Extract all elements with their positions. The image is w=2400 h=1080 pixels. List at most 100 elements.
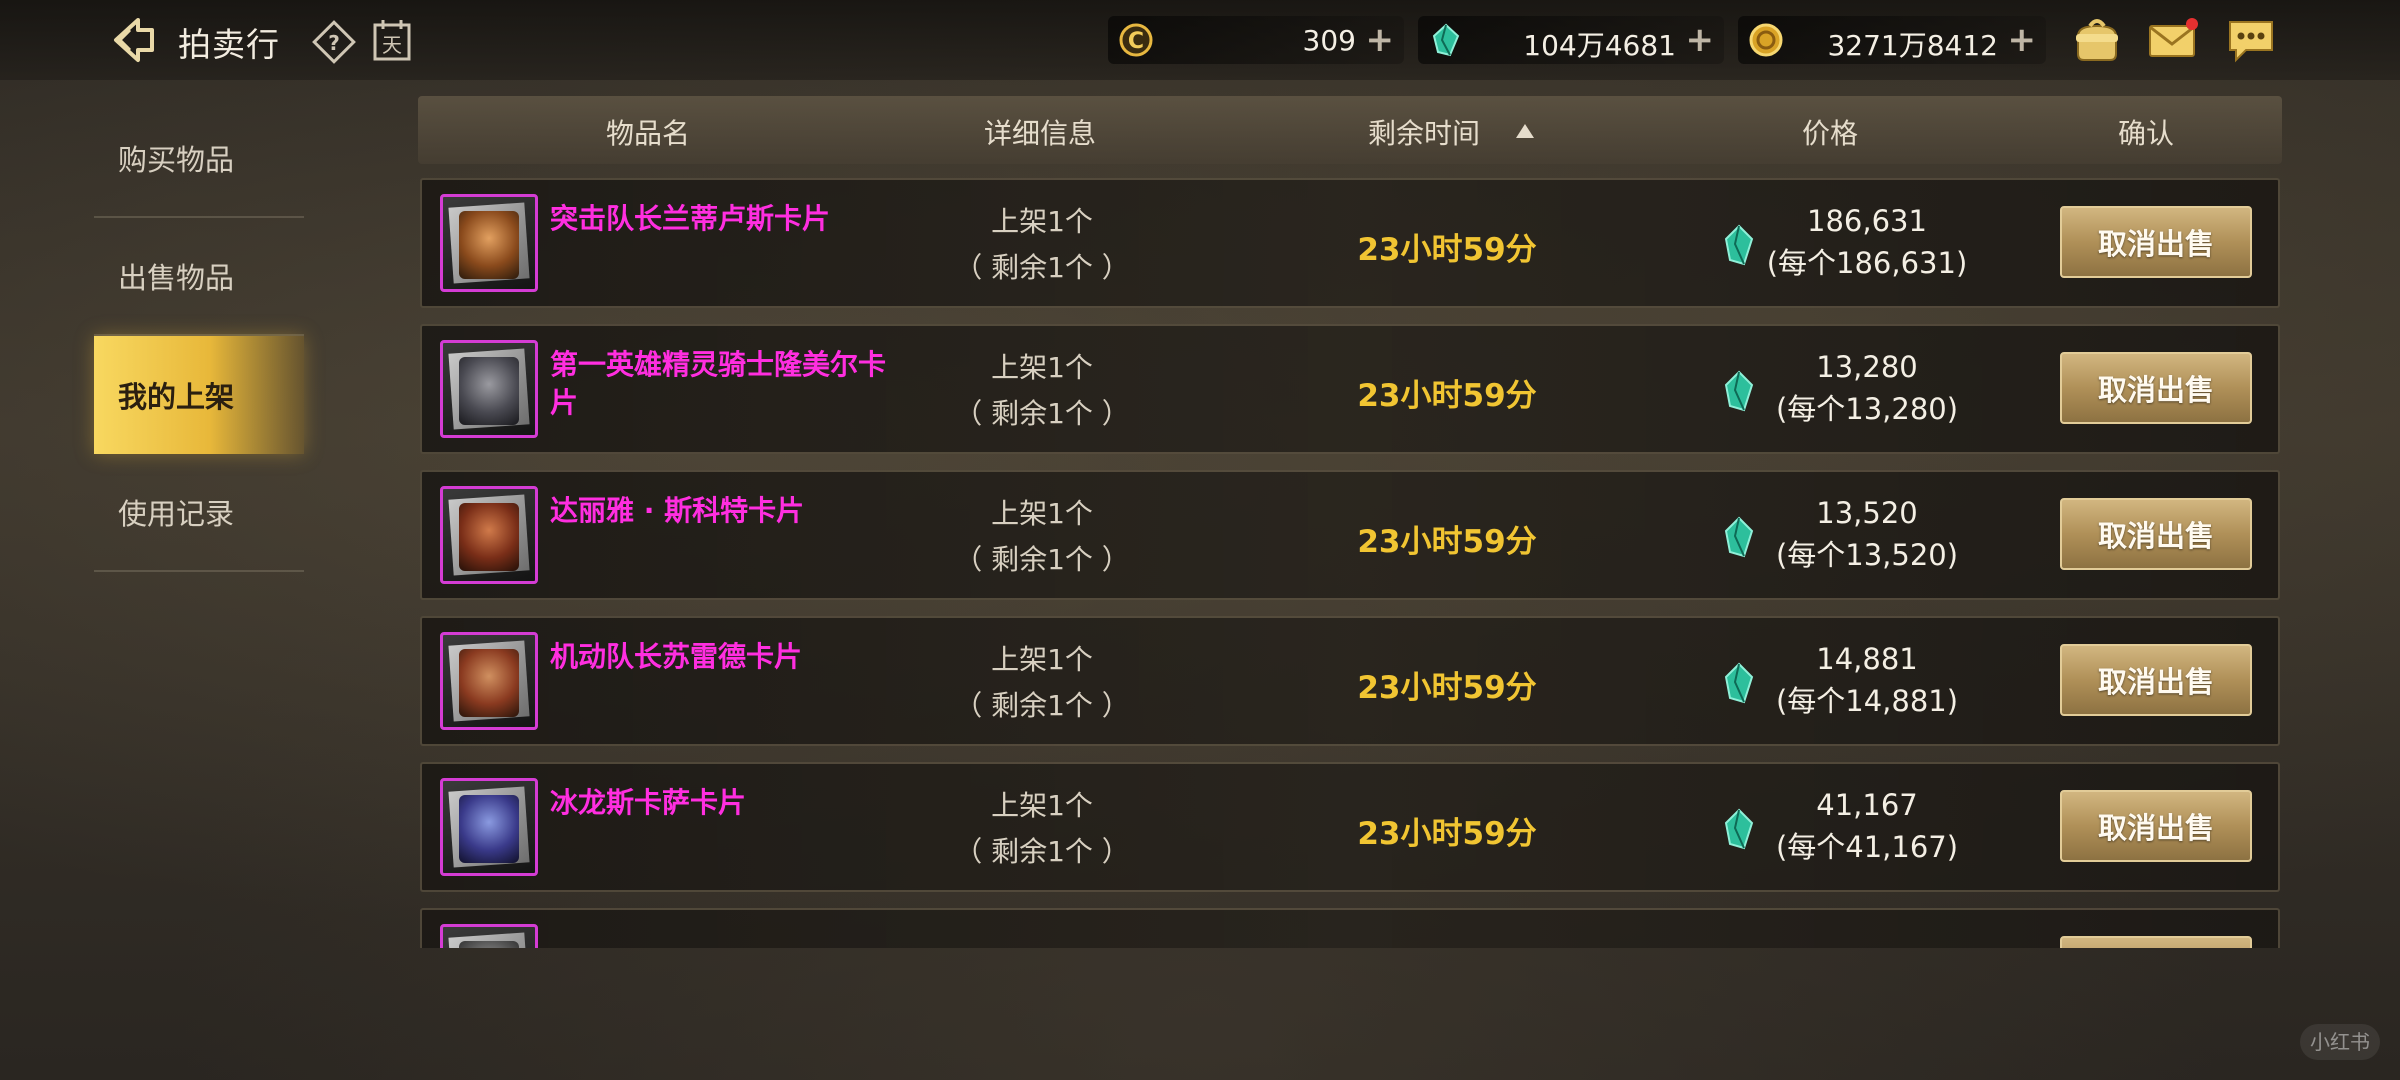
c-coin-icon: C [1119, 23, 1153, 57]
sidebar-item-history[interactable]: 使用记录 [94, 454, 304, 572]
mail-button[interactable] [2146, 14, 2200, 64]
sidebar-item-my-listings[interactable]: 我的上架 [94, 336, 304, 454]
item-card-thumbnail[interactable] [440, 632, 538, 730]
help-button[interactable]: ? [312, 20, 356, 64]
price-total: 186,631 [1807, 204, 1927, 238]
remaining-time: 23小时59分 [1357, 670, 1537, 706]
inventory-button[interactable] [2070, 14, 2124, 64]
column-header-confirm: 确认 [2118, 117, 2175, 150]
gem-icon [1724, 662, 1754, 704]
column-header-time[interactable]: 剩余时间 [1368, 112, 1480, 152]
currency-gem: 104万4681 + [1418, 16, 1724, 64]
add-currency-button[interactable]: + [1366, 20, 1395, 60]
price-total: 41,167 [1816, 788, 1918, 822]
sidebar-item-label: 我的上架 [118, 380, 235, 414]
gem-icon [1724, 224, 1754, 266]
table-row[interactable] [420, 908, 2280, 948]
listed-count: 上架1个 [991, 205, 1093, 238]
back-arrow-icon [114, 18, 154, 62]
remaining-count: （ 剩余1个 ） [954, 689, 1130, 722]
price-unit: (每个13,520) [1775, 538, 1959, 572]
listed-count: 上架1个 [991, 497, 1093, 530]
svg-text:?: ? [328, 31, 340, 55]
price-total: 14,881 [1816, 642, 1918, 676]
price-unit: (每个186,631) [1766, 246, 1968, 280]
sort-ascending-icon[interactable] [1514, 122, 1536, 140]
chat-icon [2229, 21, 2273, 63]
card-portrait [459, 649, 519, 717]
card-portrait [459, 795, 519, 863]
help-icon: ? [312, 20, 356, 64]
currency-c-coin: C 309 + [1108, 16, 1404, 64]
sidebar-item-label: 出售物品 [118, 261, 235, 295]
item-card-thumbnail[interactable] [440, 194, 538, 292]
gem-icon [1724, 808, 1754, 850]
chat-button[interactable] [2224, 14, 2278, 64]
column-header-detail[interactable]: 详细信息 [984, 112, 1096, 152]
table-header: 物品名 详细信息 剩余时间 价格 确认 [418, 96, 2282, 164]
sidebar-item-sell[interactable]: 出售物品 [94, 218, 304, 336]
card-portrait [459, 941, 519, 948]
remaining-time: 23小时59分 [1357, 232, 1537, 268]
remaining-time: 23小时59分 [1357, 378, 1537, 414]
item-card-thumbnail[interactable] [440, 778, 538, 876]
remaining-count: （ 剩余1个 ） [954, 543, 1130, 576]
watermark: 小红书 [2300, 1024, 2380, 1060]
table-row[interactable]: 第一英雄精灵骑士隆美尔卡片 上架1个 （ 剩余1个 ） 23小时59分 13,2… [420, 324, 2280, 454]
card-portrait [459, 503, 519, 571]
calendar-button[interactable]: 天 [372, 18, 412, 62]
listings-list[interactable]: 突击队长兰蒂卢斯卡片 上架1个 （ 剩余1个 ） 23小时59分 186,631… [420, 178, 2280, 948]
item-name: 第一英雄精灵骑士隆美尔卡片 [550, 348, 887, 419]
listed-count: 上架1个 [991, 351, 1093, 384]
price-unit: (每个13,280) [1775, 392, 1959, 426]
price-unit: (每个41,167) [1775, 830, 1959, 864]
remaining-count: （ 剩余1个 ） [954, 397, 1130, 430]
price-total: 13,280 [1816, 350, 1918, 384]
currency-value: 309 [1302, 24, 1356, 57]
sidebar-item-label: 使用记录 [118, 497, 235, 531]
cancel-sale-button[interactable]: 取消出售 [2060, 790, 2252, 862]
page-title: 拍卖行 [178, 25, 280, 64]
cancel-sale-button[interactable]: 取消出售 [2060, 352, 2252, 424]
back-button[interactable] [108, 14, 160, 66]
card-portrait [459, 211, 519, 279]
item-card-thumbnail[interactable] [440, 486, 538, 584]
svg-text:天: 天 [382, 33, 402, 57]
listed-count: 上架1个 [991, 789, 1093, 822]
currency-gold: 3271万8412 + [1738, 16, 2046, 64]
calendar-icon: 天 [373, 20, 411, 61]
remaining-time: 23小时59分 [1357, 524, 1537, 560]
table-row[interactable]: 达丽雅 · 斯科特卡片 上架1个 （ 剩余1个 ） 23小时59分 13,520… [420, 470, 2280, 600]
item-name: 突击队长兰蒂卢斯卡片 [550, 202, 831, 235]
column-header-name[interactable]: 物品名 [606, 112, 690, 152]
gem-icon [1724, 370, 1754, 412]
card-portrait [459, 357, 519, 425]
remaining-count: （ 剩余1个 ） [954, 835, 1130, 868]
add-currency-button[interactable]: + [1686, 20, 1715, 60]
add-currency-button[interactable]: + [2008, 20, 2037, 60]
item-card-thumbnail[interactable] [440, 340, 538, 438]
listed-count: 上架1个 [991, 643, 1093, 676]
item-name: 达丽雅 · 斯科特卡片 [550, 494, 805, 527]
gem-icon [1724, 516, 1754, 558]
table-row[interactable]: 冰龙斯卡萨卡片 上架1个 （ 剩余1个 ） 23小时59分 41,167 (每个… [420, 762, 2280, 892]
bag-icon [2076, 19, 2118, 61]
cancel-sale-button[interactable]: 取消出售 [2060, 206, 2252, 278]
column-header-price[interactable]: 价格 [1802, 112, 1858, 152]
cancel-sale-button[interactable]: 取消出售 [2060, 498, 2252, 570]
cancel-sale-button[interactable]: 取消出售 [2060, 644, 2252, 716]
currency-value: 3271万8412 [1827, 29, 1998, 62]
gem-icon [1432, 23, 1460, 57]
price-unit: (每个14,881) [1775, 684, 1959, 718]
top-bar: 拍卖行 ? 天 C 309 + 104万4681 + 3271万8412 + [0, 0, 2400, 80]
remaining-time: 23小时59分 [1357, 816, 1537, 852]
sidebar: 购买物品 出售物品 我的上架 使用记录 [94, 100, 304, 572]
sidebar-item-buy[interactable]: 购买物品 [94, 100, 304, 218]
item-card-thumbnail[interactable] [440, 924, 538, 948]
item-name: 机动队长苏雷德卡片 [550, 640, 803, 673]
cancel-sale-button[interactable] [2060, 936, 2252, 948]
gold-coin-icon [1749, 23, 1783, 57]
table-row[interactable]: 突击队长兰蒂卢斯卡片 上架1个 （ 剩余1个 ） 23小时59分 186,631… [420, 178, 2280, 308]
item-name: 冰龙斯卡萨卡片 [550, 786, 747, 819]
table-row[interactable]: 机动队长苏雷德卡片 上架1个 （ 剩余1个 ） 23小时59分 14,881 (… [420, 616, 2280, 746]
